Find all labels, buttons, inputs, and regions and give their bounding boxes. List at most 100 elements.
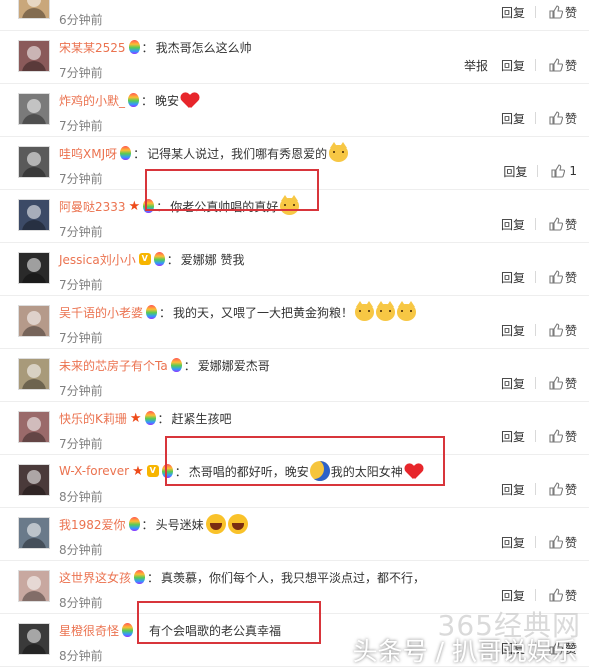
username-link[interactable]: 星橙很奇怪 <box>59 622 119 639</box>
like-button[interactable]: 赞 <box>549 428 577 445</box>
comment-line: Jessica刘小小 V ：爱娜娜 赞我 <box>59 250 245 268</box>
username-link[interactable]: 炸鸡的小默_ <box>59 92 125 109</box>
timestamp: 7分钟前 <box>59 384 103 398</box>
like-button[interactable]: 1 <box>551 164 577 178</box>
username-link[interactable]: 我1982爱你 <box>59 516 126 533</box>
username-link[interactable]: Jessica刘小小 <box>59 251 136 268</box>
comment-line: 宋某某2525 ：我杰哥怎么这么帅 <box>59 38 252 56</box>
reply-button[interactable]: 回复 <box>501 110 525 127</box>
timestamp: 7分钟前 <box>59 172 103 186</box>
timestamp: 8分钟前 <box>59 543 103 557</box>
avatar-body-icon <box>22 379 46 389</box>
like-button[interactable]: 赞 <box>549 534 577 551</box>
colon-separator: ： <box>141 40 154 55</box>
like-button[interactable]: 赞 <box>549 57 577 74</box>
comment-row: 炸鸡的小默_ ：晚安 7分钟前 回复 赞 <box>0 84 589 137</box>
timestamp: 7分钟前 <box>59 331 103 345</box>
user-avatar[interactable] <box>18 199 50 231</box>
action-divider <box>534 589 536 601</box>
comment-actions: 回复 赞 <box>488 481 577 497</box>
action-divider <box>534 483 536 495</box>
username-link[interactable]: 阿曼哒2333 <box>59 198 126 215</box>
avatar-body-icon <box>22 114 46 124</box>
moon-emoji-icon <box>309 461 330 481</box>
user-avatar[interactable] <box>18 0 50 19</box>
vip-badge-icon: V <box>146 465 159 477</box>
user-avatar[interactable] <box>18 464 50 496</box>
like-label: 赞 <box>564 429 577 444</box>
username-link[interactable]: 未来的芯房子有个Ta <box>59 357 168 374</box>
avatar-face-icon <box>27 311 41 325</box>
username-link[interactable]: 哇呜XMJ呀 <box>59 145 117 162</box>
avatar-body-icon <box>22 538 46 548</box>
reply-button[interactable]: 回复 <box>501 269 525 286</box>
username-link[interactable]: 快乐的K莉珊 <box>59 410 127 427</box>
action-divider <box>534 218 536 230</box>
like-button[interactable]: 赞 <box>549 640 577 657</box>
comment-line: 未来的芯房子有个Ta ：爱娜娜爱杰哥 <box>59 356 270 374</box>
thumbs-up-icon <box>549 111 563 125</box>
timestamp: 8分钟前 <box>59 490 103 504</box>
reply-button[interactable]: 回复 <box>501 57 525 74</box>
avatar-face-icon <box>27 152 41 166</box>
user-avatar[interactable] <box>18 517 50 549</box>
reply-button[interactable]: 回复 <box>501 4 525 21</box>
user-avatar[interactable] <box>18 93 50 125</box>
reply-button[interactable]: 回复 <box>503 163 527 180</box>
username-link[interactable]: W-X-forever <box>59 464 129 478</box>
balloon-badge-icon <box>122 623 134 637</box>
like-button[interactable]: 赞 <box>549 110 577 127</box>
reply-button[interactable]: 回复 <box>501 216 525 233</box>
reply-button[interactable]: 回复 <box>501 322 525 339</box>
like-button[interactable]: 赞 <box>549 587 577 604</box>
balloon-badge-icon <box>153 252 165 266</box>
like-button[interactable]: 赞 <box>549 216 577 233</box>
username-link[interactable]: 吴千语的小老婆 <box>59 304 143 321</box>
comment-actions: 回复 赞 <box>488 322 577 338</box>
user-avatar[interactable] <box>18 252 50 284</box>
like-button[interactable]: 赞 <box>549 322 577 339</box>
reply-button[interactable]: 回复 <box>501 587 525 604</box>
like-button[interactable]: 赞 <box>549 375 577 392</box>
timestamp: 6分钟前 <box>59 13 103 27</box>
user-avatar[interactable] <box>18 623 50 655</box>
user-avatar[interactable] <box>18 40 50 72</box>
username-link[interactable]: 这世界这女孩 <box>59 569 131 586</box>
balloon-badge-icon <box>143 199 155 213</box>
action-divider <box>537 165 539 177</box>
avatar-face-icon <box>27 576 41 590</box>
thumbs-up-icon <box>549 482 563 496</box>
comment-actions: 回复 赞 <box>488 428 577 444</box>
avatar-body-icon <box>22 8 46 18</box>
reply-button[interactable]: 回复 <box>501 375 525 392</box>
comment-line: 阿曼哒2333 ★ ：你老公真帅唱的真好 <box>59 194 300 215</box>
colon-separator: ： <box>157 411 170 426</box>
cat-emoji-icon <box>376 300 396 321</box>
reply-button[interactable]: 回复 <box>501 534 525 551</box>
comment-line: 星橙很奇怪 ：有个会唱歌的老公真幸福 <box>59 621 281 639</box>
avatar-face-icon <box>27 629 41 643</box>
heart-emoji-icon <box>181 92 199 108</box>
user-avatar[interactable] <box>18 358 50 390</box>
comment-text-cont: 我的太阳女神 <box>330 464 403 479</box>
comment-text: 你老公真帅唱的真好 <box>170 199 279 214</box>
user-avatar[interactable] <box>18 570 50 602</box>
balloon-badge-icon <box>161 464 173 478</box>
like-label: 赞 <box>564 5 577 20</box>
user-avatar[interactable] <box>18 411 50 443</box>
like-button[interactable]: 赞 <box>549 269 577 286</box>
reply-button[interactable]: 回复 <box>501 428 525 445</box>
reply-button[interactable]: 回复 <box>501 481 525 498</box>
user-avatar[interactable] <box>18 305 50 337</box>
reply-button[interactable]: 回复 <box>501 640 525 657</box>
report-button[interactable]: 举报 <box>464 57 488 74</box>
like-button[interactable]: 赞 <box>549 481 577 498</box>
like-button[interactable]: 赞 <box>549 4 577 21</box>
comment-line: 吴千语的小老婆 ：我的天，又喂了一大把黄金狗粮！ <box>59 300 417 321</box>
star-badge-icon: ★ <box>132 463 144 479</box>
thumbs-up-icon <box>549 588 563 602</box>
username-link[interactable]: 宋某某2525 <box>59 39 126 56</box>
comment-row: 哇呜XMJ呀 ：记得某人说过，我们哪有秀恩爱的 7分钟前 回复 1 <box>0 137 589 190</box>
comment-actions: 回复 1 <box>490 163 577 179</box>
user-avatar[interactable] <box>18 146 50 178</box>
